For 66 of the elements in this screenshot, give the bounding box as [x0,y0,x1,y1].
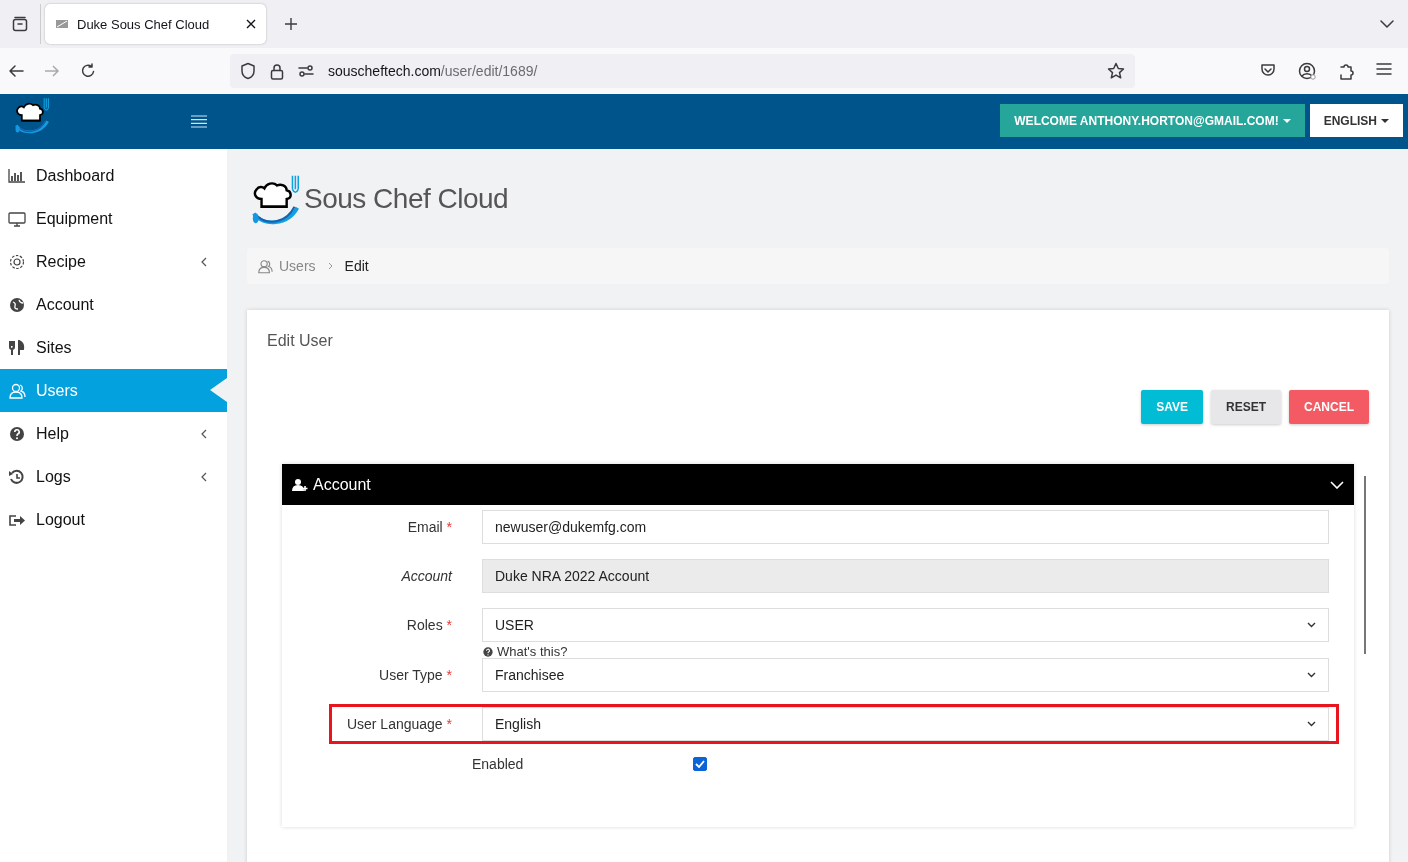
chevron-down-icon [1307,721,1316,727]
sidebar-item[interactable]: Equipment [0,197,227,240]
help-icon [482,645,494,658]
brand-title: Sous Chef Cloud [304,183,509,215]
tab-list-icon[interactable] [12,16,28,32]
select-field[interactable]: USER [482,608,1329,642]
lock-icon[interactable] [270,62,284,80]
field-label: Account [400,568,452,584]
sidebar-item[interactable]: Help [0,412,227,455]
select-field[interactable]: English [482,707,1329,741]
menu-icon[interactable] [1376,62,1392,76]
field-label: User Type * [378,667,452,683]
account-icon[interactable] [1298,62,1316,80]
shield-icon[interactable] [240,62,256,80]
extensions-icon[interactable] [1338,62,1354,80]
new-tab-icon[interactable] [284,17,298,31]
chevron-left-icon [201,471,207,482]
chevron-down-icon [1307,622,1316,628]
input-field: Duke NRA 2022 Account [482,559,1329,593]
address-bar[interactable]: souscheftech.com/user/edit/1689/ [230,54,1135,88]
users-icon [257,258,273,274]
scrollbar[interactable] [1364,476,1366,654]
field-label: Enabled [472,756,525,772]
chevron-right-icon [327,262,333,270]
caret-icon [1381,118,1389,123]
back-icon[interactable] [8,63,24,79]
reset-button[interactable]: RESET [1211,390,1281,424]
sidebar-item[interactable]: Dashboard [0,154,227,197]
utensils-icon [8,339,26,356]
field-label: User Language * [345,716,452,732]
section-header[interactable]: Account [282,464,1354,505]
help-icon [8,425,26,442]
chevron-left-icon [201,428,207,439]
bar-chart-icon [8,167,26,184]
sidebar-item[interactable]: Recipe [0,240,227,283]
bookmark-star-icon[interactable] [1107,62,1125,80]
tab-title: Duke Sous Chef Cloud [77,16,211,32]
pocket-icon[interactable] [1260,62,1276,78]
sidebar-item[interactable]: Account [0,283,227,326]
sidebar-item[interactable]: Logout [0,498,227,541]
help-link[interactable]: What's this? [497,644,568,659]
close-icon[interactable] [246,19,256,29]
site-settings-icon[interactable] [298,65,314,77]
breadcrumb-current: Edit [344,258,369,274]
checkbox[interactable] [693,757,707,771]
url-text: souscheftech.com/user/edit/1689/ [328,63,539,79]
caret-icon [1282,118,1291,123]
monitor-icon [8,210,26,227]
chevron-down-icon[interactable] [1380,20,1394,28]
field-label: Email * [406,519,452,535]
card-title: Edit User [267,332,334,350]
users-icon [8,382,26,399]
sidebar-item[interactable]: Sites [0,326,227,369]
globe-icon [8,296,26,313]
reload-icon[interactable] [80,63,96,79]
favicon-icon [55,18,69,30]
browser-tab[interactable]: Duke Sous Chef Cloud [45,4,266,44]
sidebar-item[interactable]: Logs [0,455,227,498]
chevron-down-icon [1307,672,1316,678]
input-field[interactable]: newuser@dukemfg.com [482,510,1329,544]
language-button[interactable]: ENGLISH [1309,104,1403,137]
chevron-left-icon [201,256,207,267]
user-plus-icon [292,477,309,492]
history-icon [8,468,26,485]
select-field[interactable]: Franchisee [482,658,1329,692]
field-label: Roles * [405,617,452,633]
